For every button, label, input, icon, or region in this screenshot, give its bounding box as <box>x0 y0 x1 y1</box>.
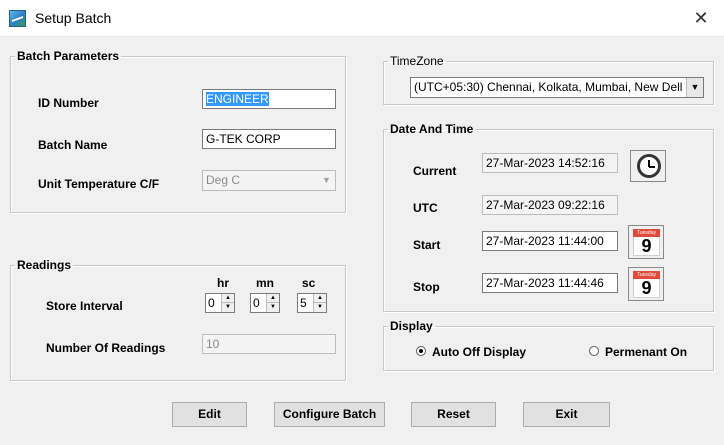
id-number-label: ID Number <box>38 96 99 110</box>
batch-parameters-legend: Batch Parameters <box>17 49 120 63</box>
stop-time-field[interactable]: 27-Mar-2023 11:44:46 <box>482 273 618 293</box>
reset-button[interactable]: Reset <box>411 402 496 427</box>
number-of-readings-label: Number Of Readings <box>46 341 166 355</box>
store-interval-seconds-stepper[interactable]: 5 ▲ ▼ <box>297 293 327 313</box>
spin-down-icon[interactable]: ▼ <box>314 303 326 312</box>
stop-date-picker-button[interactable]: Tuesday 9 <box>628 267 664 301</box>
seconds-column-label: sc <box>302 276 316 290</box>
utc-time-field: 27-Mar-2023 09:22:16 <box>482 195 618 215</box>
clock-icon <box>637 154 661 178</box>
timezone-select[interactable]: (UTC+05:30) Chennai, Kolkata, Mumbai, Ne… <box>410 77 704 98</box>
spin-up-icon[interactable]: ▲ <box>222 294 234 303</box>
chevron-down-icon: ▼ <box>686 78 703 97</box>
batch-name-field[interactable]: G-TEK CORP <box>202 129 336 149</box>
number-of-readings-field[interactable]: 10 <box>202 334 336 354</box>
spin-down-icon[interactable]: ▼ <box>222 303 234 312</box>
start-time-field[interactable]: 27-Mar-2023 11:44:00 <box>482 231 618 251</box>
chevron-down-icon: ▼ <box>318 171 335 190</box>
spin-up-icon[interactable]: ▲ <box>314 294 326 303</box>
calendar-day-number: 9 <box>633 237 660 256</box>
start-time-label: Start <box>413 238 441 252</box>
store-interval-minutes-stepper[interactable]: 0 ▲ ▼ <box>250 293 280 313</box>
start-date-picker-button[interactable]: Tuesday 9 <box>628 225 664 259</box>
window-title: Setup Batch <box>35 10 112 26</box>
date-and-time-legend: Date And Time <box>390 122 474 136</box>
store-interval-hours-stepper[interactable]: 0 ▲ ▼ <box>205 293 235 313</box>
store-interval-seconds-value: 5 <box>300 296 307 310</box>
auto-off-display-radio[interactable] <box>416 346 426 356</box>
clock-button[interactable] <box>630 150 666 182</box>
permanent-on-label[interactable]: Permenant On <box>605 345 687 359</box>
unit-temperature-select[interactable]: Deg C ▼ <box>202 170 336 191</box>
configure-batch-button[interactable]: Configure Batch <box>274 402 385 427</box>
unit-temperature-label: Unit Temperature C/F <box>38 177 160 191</box>
spin-down-icon[interactable]: ▼ <box>267 303 279 312</box>
app-logo-icon <box>9 10 26 27</box>
current-time-field: 27-Mar-2023 14:52:16 <box>482 153 618 173</box>
timezone-legend: TimeZone <box>390 54 444 68</box>
unit-temperature-value: Deg C <box>206 173 241 187</box>
hours-column-label: hr <box>217 276 229 290</box>
stop-time-label: Stop <box>413 280 440 294</box>
calendar-day-number: 9 <box>633 279 660 298</box>
exit-button[interactable]: Exit <box>523 402 610 427</box>
readings-legend: Readings <box>17 258 72 272</box>
utc-time-label: UTC <box>413 201 438 215</box>
display-legend: Display <box>390 319 433 333</box>
id-number-value: ENGINEER <box>206 92 269 106</box>
id-number-field[interactable]: ENGINEER <box>202 89 336 109</box>
spin-up-icon[interactable]: ▲ <box>267 294 279 303</box>
store-interval-hours-value: 0 <box>208 296 215 310</box>
readings-group: Readings <box>10 259 346 381</box>
minutes-column-label: mn <box>256 276 274 290</box>
permanent-on-radio[interactable] <box>589 346 599 356</box>
current-time-label: Current <box>413 164 457 178</box>
batch-name-label: Batch Name <box>38 138 108 152</box>
title-bar: Setup Batch ✕ <box>0 0 724 37</box>
close-button[interactable]: ✕ <box>678 0 724 37</box>
timezone-value: (UTC+05:30) Chennai, Kolkata, Mumbai, Ne… <box>414 80 683 94</box>
edit-button[interactable]: Edit <box>172 402 247 427</box>
auto-off-display-label[interactable]: Auto Off Display <box>432 345 526 359</box>
store-interval-label: Store Interval <box>46 299 123 313</box>
store-interval-minutes-value: 0 <box>253 296 260 310</box>
